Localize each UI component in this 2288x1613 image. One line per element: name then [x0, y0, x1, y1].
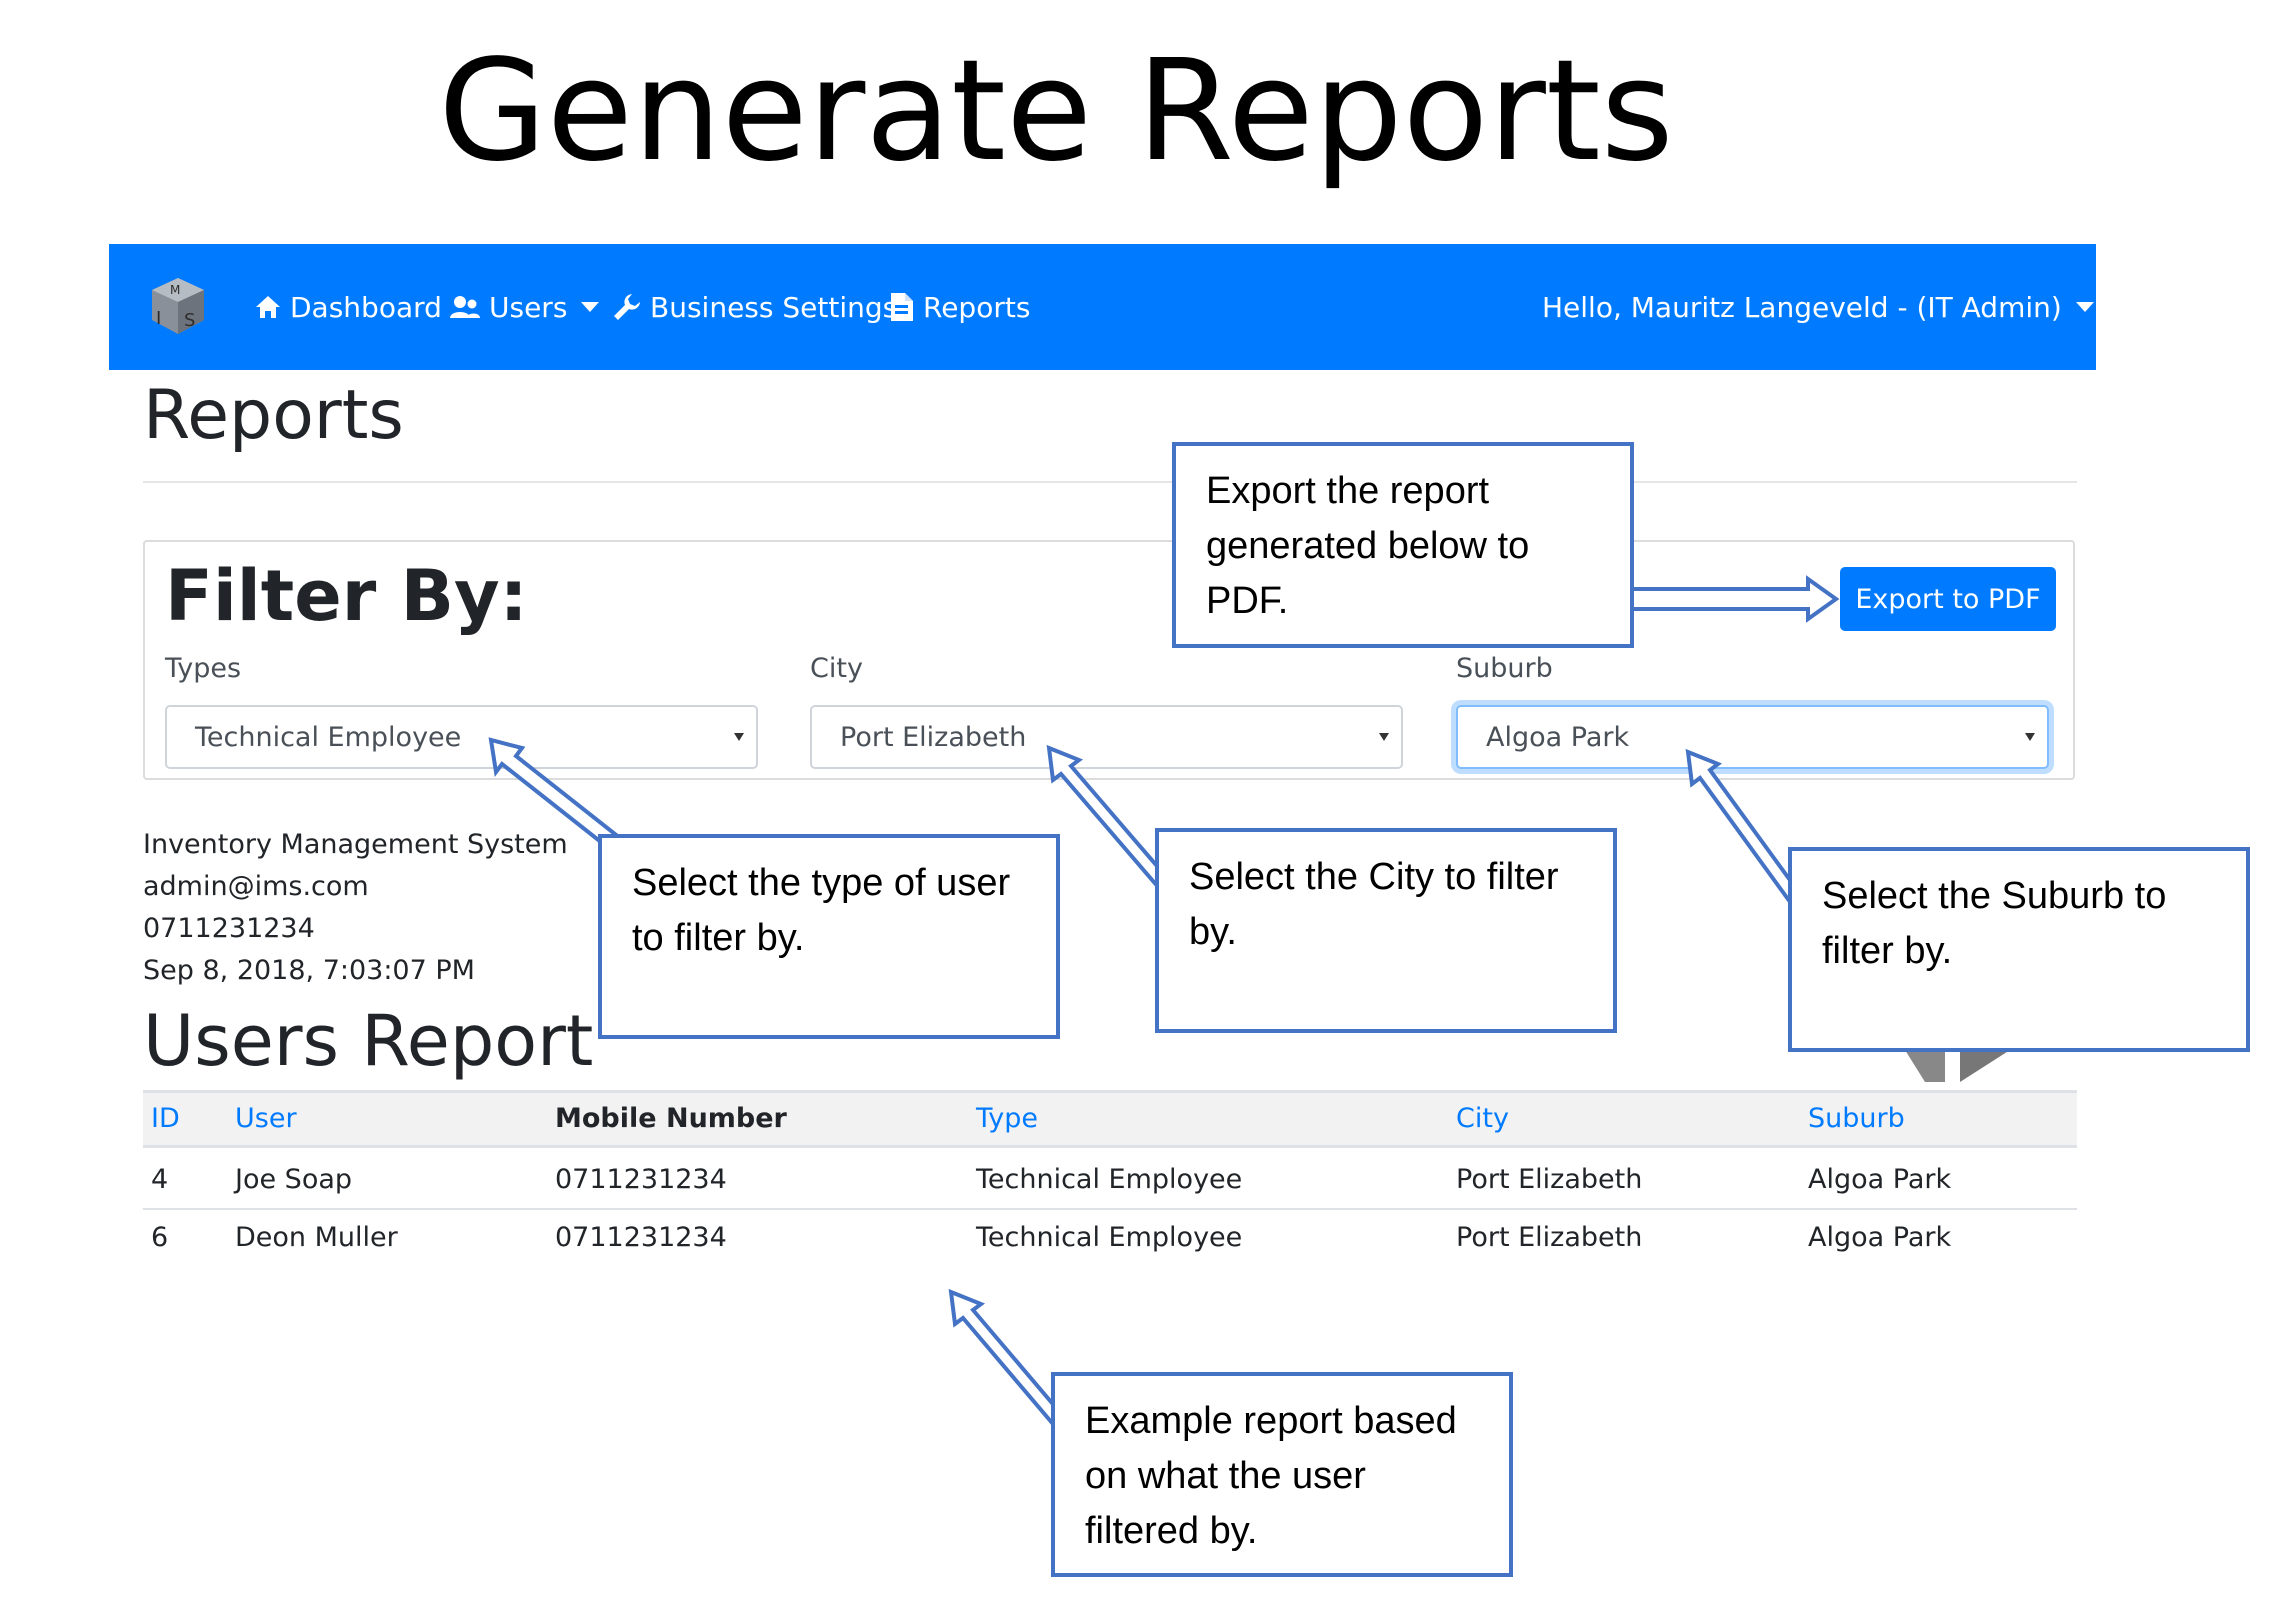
arrow-to-export-button	[1628, 575, 1840, 623]
callout-report: Example report based on what the user fi…	[1051, 1372, 1513, 1577]
arrow-to-suburb-select	[1685, 748, 1806, 909]
callout-city: Select the City to filter by.	[1155, 828, 1617, 1033]
callout-export: Export the report generated below to PDF…	[1172, 442, 1634, 648]
arrow-to-city-select	[1046, 744, 1172, 891]
callout-suburb: Select the Suburb to filter by.	[1788, 847, 2250, 1052]
callout-types: Select the type of user to filter by.	[598, 834, 1060, 1039]
arrow-to-types-select	[488, 737, 624, 849]
arrow-to-report-table	[948, 1288, 1066, 1427]
